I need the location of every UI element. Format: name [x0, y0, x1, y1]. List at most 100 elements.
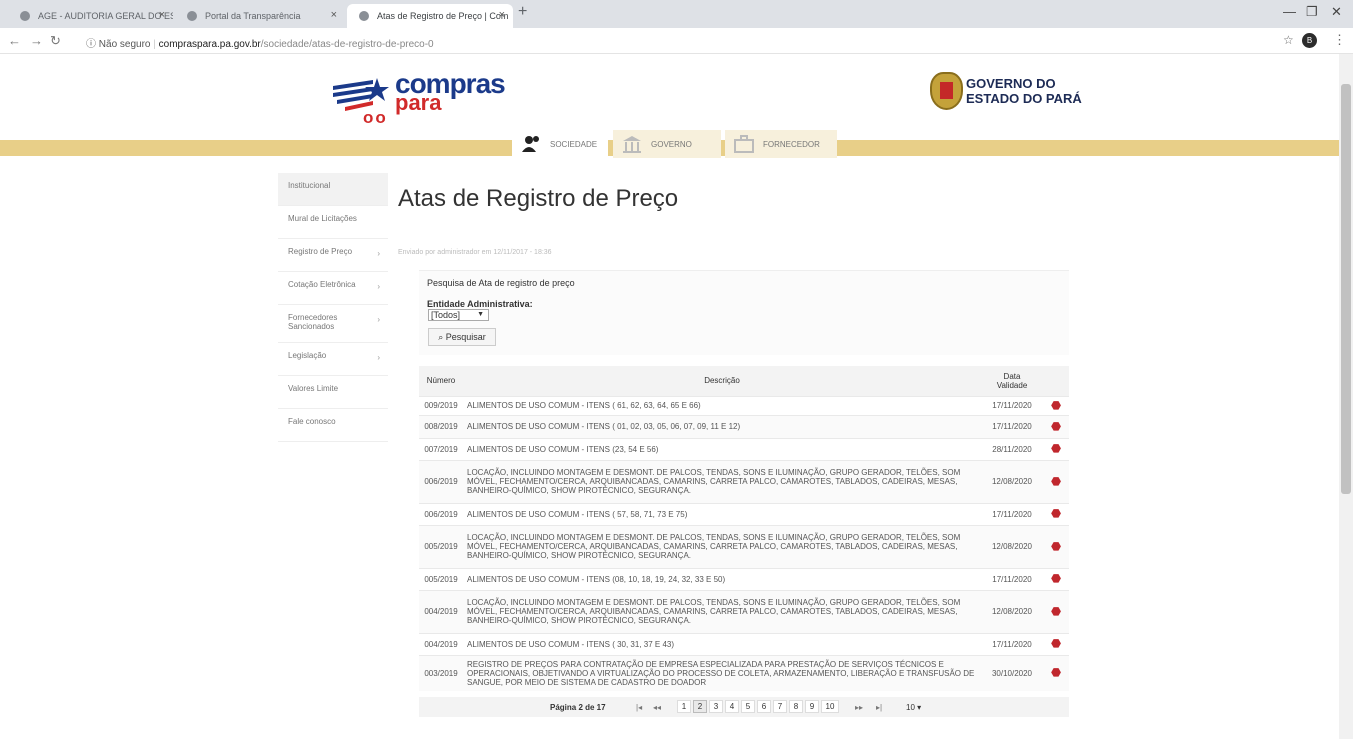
page-scrollbar[interactable]: [1339, 54, 1353, 739]
page-size-select[interactable]: 10 ▾: [906, 703, 921, 712]
pdf-icon[interactable]: ⬣: [1050, 667, 1062, 679]
page-info: Página 2 de 17: [550, 703, 606, 712]
forward-icon[interactable]: →: [30, 33, 43, 48]
table-row[interactable]: 006/2019 ALIMENTOS DE USO COMUM - ITENS …: [419, 502, 1069, 525]
governo-para-logo[interactable]: GOVERNO DO ESTADO DO PARÁ: [930, 72, 1110, 112]
table-row[interactable]: 004/2019 LOCAÇÃO, INCLUINDO MONTAGEM E D…: [419, 589, 1069, 633]
sidebar-item-valores-limite[interactable]: Valores Limite: [278, 376, 388, 409]
sidebar-item-fale-conosco[interactable]: Fale conosco: [278, 409, 388, 442]
tab-sociedade[interactable]: SOCIEDADE: [512, 130, 608, 158]
col-header-data-validade[interactable]: Data Validade: [981, 366, 1043, 396]
logo-para-text: para: [395, 90, 442, 115]
browser-menu-icon[interactable]: ⋮: [1333, 32, 1346, 48]
first-page-icon[interactable]: |◂: [636, 703, 642, 712]
pdf-icon[interactable]: ⬣: [1050, 400, 1062, 412]
table-row[interactable]: 004/2019 ALIMENTOS DE USO COMUM - ITENS …: [419, 632, 1069, 655]
page-button[interactable]: 3: [709, 700, 723, 713]
table-row[interactable]: 007/2019 ALIMENTOS DE USO COMUM - ITENS …: [419, 437, 1069, 460]
cell-descricao[interactable]: LOCAÇÃO, INCLUINDO MONTAGEM E DESMONT. D…: [463, 524, 981, 568]
page-button[interactable]: 6: [757, 700, 771, 713]
pdf-icon[interactable]: ⬣: [1050, 476, 1062, 488]
next-page-icon[interactable]: ▸▸: [855, 703, 863, 712]
bookmark-star-icon[interactable]: ☆: [1283, 33, 1294, 47]
page-button-current[interactable]: 2: [693, 700, 707, 713]
compras-para-logo[interactable]: compras para oo: [333, 68, 506, 132]
page-button[interactable]: 7: [773, 700, 787, 713]
tab-fornecedor[interactable]: FORNECEDOR: [725, 130, 837, 158]
cell-pdf[interactable]: ⬣: [1043, 502, 1069, 525]
sidebar-item-institucional[interactable]: Institucional: [278, 173, 388, 206]
new-tab-icon[interactable]: +: [518, 3, 527, 21]
pdf-icon[interactable]: ⬣: [1050, 606, 1062, 618]
browser-tab-auditoria[interactable]: AGE - AUDITORIA GERAL DO ES ×: [8, 4, 173, 28]
table-row[interactable]: 008/2019 ALIMENTOS DE USO COMUM - ITENS …: [419, 414, 1069, 438]
table-row[interactable]: 003/2019 REGISTRO DE PREÇOS PARA CONTRAT…: [419, 654, 1069, 691]
pdf-icon[interactable]: ⬣: [1050, 638, 1062, 650]
cell-pdf[interactable]: ⬣: [1043, 589, 1069, 633]
cell-pdf[interactable]: ⬣: [1043, 524, 1069, 568]
profile-avatar[interactable]: B: [1302, 33, 1317, 48]
cell-descricao[interactable]: ALIMENTOS DE USO COMUM - ITENS (08, 10, …: [463, 567, 981, 590]
table-row[interactable]: 005/2019 ALIMENTOS DE USO COMUM - ITENS …: [419, 567, 1069, 590]
table-row[interactable]: 006/2019 LOCAÇÃO, INCLUINDO MONTAGEM E D…: [419, 459, 1069, 503]
page-button[interactable]: 10: [821, 700, 839, 713]
cell-descricao[interactable]: REGISTRO DE PREÇOS PARA CONTRATAÇÃO DE E…: [463, 654, 981, 691]
col-header-descricao[interactable]: Descrição: [463, 366, 981, 396]
cell-pdf[interactable]: ⬣: [1043, 414, 1069, 438]
table-row[interactable]: 005/2019 LOCAÇÃO, INCLUINDO MONTAGEM E D…: [419, 524, 1069, 568]
sidebar-item-label: Valores Limite: [288, 384, 339, 393]
close-tab-icon[interactable]: ×: [159, 9, 165, 21]
page-button[interactable]: 5: [741, 700, 755, 713]
cell-pdf[interactable]: ⬣: [1043, 395, 1069, 415]
prev-page-icon[interactable]: ◂◂: [653, 703, 661, 712]
pdf-icon[interactable]: ⬣: [1050, 541, 1062, 553]
cell-descricao[interactable]: ALIMENTOS DE USO COMUM - ITENS ( 30, 31,…: [463, 632, 981, 655]
close-tab-icon[interactable]: ×: [331, 9, 337, 21]
cell-descricao[interactable]: ALIMENTOS DE USO COMUM - ITENS (23, 54 E…: [463, 437, 981, 460]
cell-descricao[interactable]: ALIMENTOS DE USO COMUM - ITENS ( 01, 02,…: [463, 414, 981, 438]
logo-rings: oo: [363, 108, 388, 127]
page-button[interactable]: 1: [677, 700, 691, 713]
sidebar-item-legislacao[interactable]: Legislação ›: [278, 343, 388, 376]
pdf-icon[interactable]: ⬣: [1050, 573, 1062, 585]
last-page-icon[interactable]: ▸|: [876, 703, 882, 712]
sidebar-item-fornecedores-sancionados[interactable]: Fornecedores Sancionados ›: [278, 305, 388, 343]
scrollbar-thumb[interactable]: [1341, 84, 1351, 494]
pdf-icon[interactable]: ⬣: [1050, 508, 1062, 520]
cell-pdf[interactable]: ⬣: [1043, 632, 1069, 655]
page-button[interactable]: 4: [725, 700, 739, 713]
cell-descricao[interactable]: LOCAÇÃO, INCLUINDO MONTAGEM E DESMONT. D…: [463, 589, 981, 633]
close-tab-icon[interactable]: ×: [499, 9, 505, 21]
cell-descricao[interactable]: ALIMENTOS DE USO COMUM - ITENS ( 61, 62,…: [463, 395, 981, 415]
cell-numero: 007/2019: [419, 437, 463, 460]
info-icon[interactable]: ⓘ: [86, 39, 96, 50]
sidebar-item-label: Cotação Eletrônica: [288, 280, 356, 289]
page-button[interactable]: 9: [805, 700, 819, 713]
back-icon[interactable]: ←: [8, 33, 21, 48]
cell-descricao[interactable]: ALIMENTOS DE USO COMUM - ITENS ( 57, 58,…: [463, 502, 981, 525]
pdf-icon[interactable]: ⬣: [1050, 443, 1062, 455]
sidebar-item-label: Legislação: [288, 351, 327, 360]
pdf-icon[interactable]: ⬣: [1050, 421, 1062, 433]
address-bar[interactable]: ⓘ Não seguro | compraspara.pa.gov.br/soc…: [82, 31, 1252, 51]
col-header-numero[interactable]: Número: [419, 366, 463, 396]
maximize-icon[interactable]: ❐: [1306, 4, 1318, 20]
entity-select[interactable]: [Todos] ▼: [428, 309, 489, 321]
sidebar-item-registro-preco[interactable]: Registro de Preço ›: [278, 239, 388, 272]
close-window-icon[interactable]: ✕: [1331, 4, 1342, 20]
sidebar-item-mural-licitacoes[interactable]: Mural de Licitações: [278, 206, 388, 239]
cell-descricao[interactable]: LOCAÇÃO, INCLUINDO MONTAGEM E DESMONT. D…: [463, 459, 981, 503]
search-button[interactable]: ⌕ Pesquisar: [428, 328, 496, 346]
page-button[interactable]: 8: [789, 700, 803, 713]
browser-tab-transparencia[interactable]: Portal da Transparência ×: [175, 4, 345, 28]
cell-pdf[interactable]: ⬣: [1043, 437, 1069, 460]
minimize-icon[interactable]: —: [1283, 4, 1296, 19]
cell-pdf[interactable]: ⬣: [1043, 654, 1069, 691]
tab-governo[interactable]: GOVERNO: [613, 130, 721, 158]
cell-pdf[interactable]: ⬣: [1043, 459, 1069, 503]
browser-tab-atas[interactable]: Atas de Registro de Preço | Com ×: [347, 4, 513, 28]
table-row[interactable]: 009/2019 ALIMENTOS DE USO COMUM - ITENS …: [419, 395, 1069, 415]
reload-icon[interactable]: ↻: [50, 33, 61, 49]
cell-pdf[interactable]: ⬣: [1043, 567, 1069, 590]
sidebar-item-cotacao-eletronica[interactable]: Cotação Eletrônica ›: [278, 272, 388, 305]
